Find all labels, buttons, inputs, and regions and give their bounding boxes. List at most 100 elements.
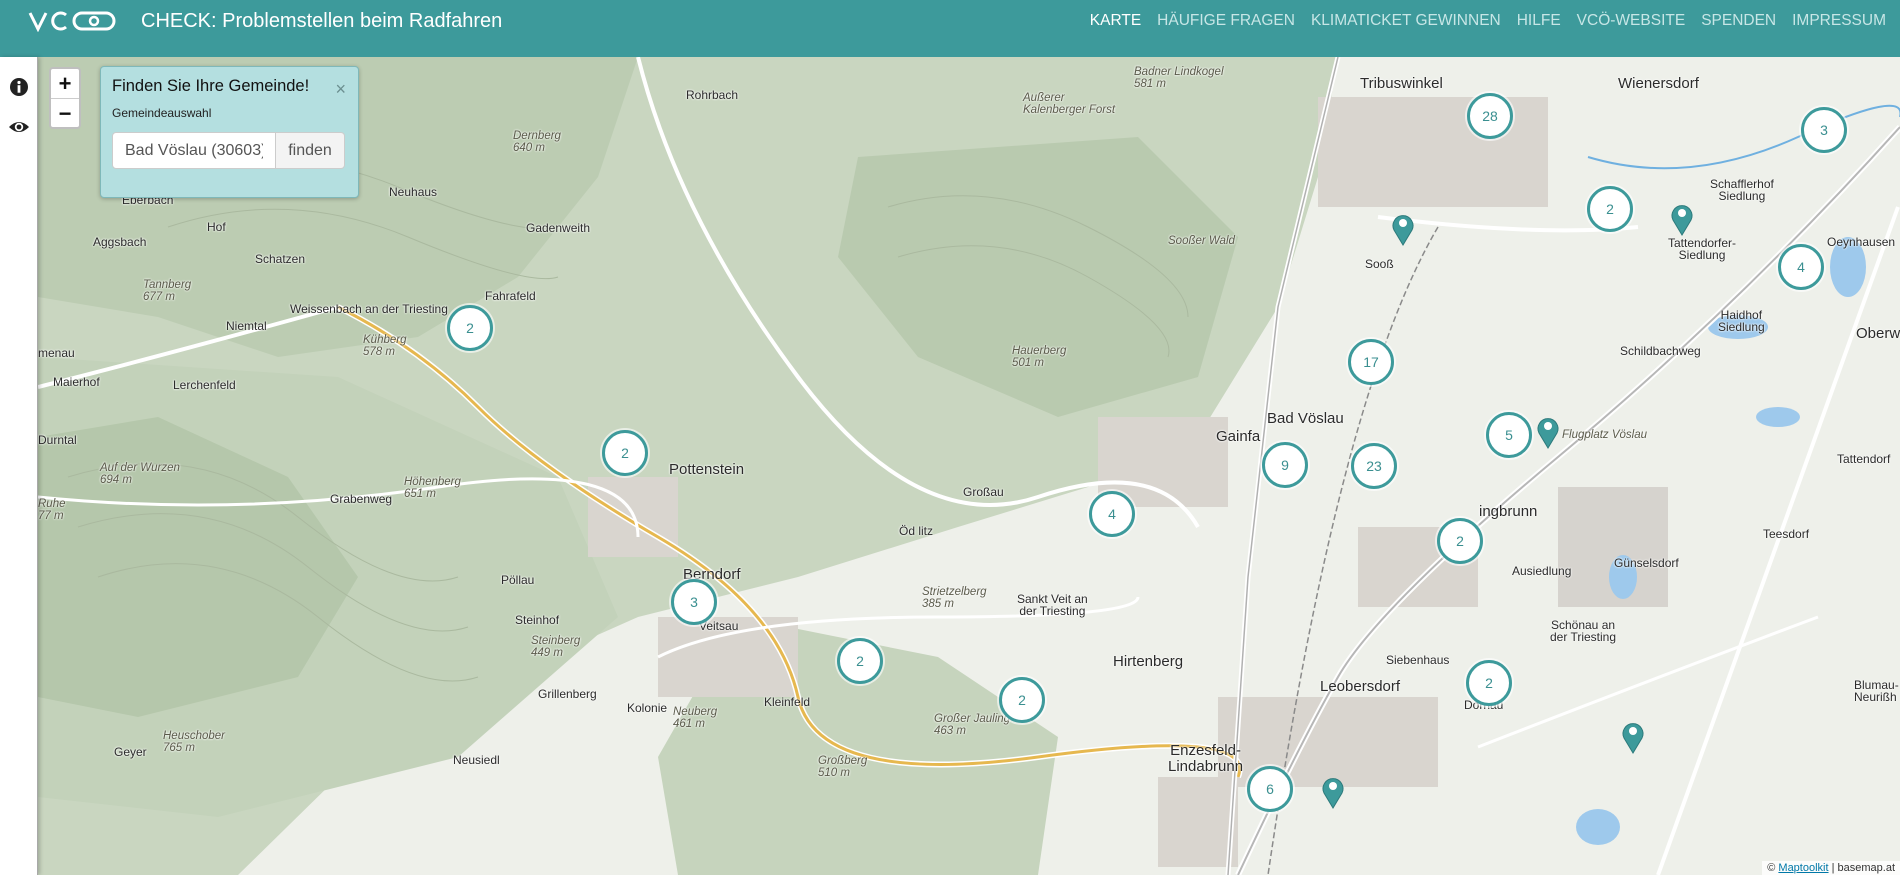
info-icon[interactable] <box>8 76 30 98</box>
maptoolkit-link[interactable]: Maptoolkit <box>1778 862 1828 874</box>
place-label: Höhenberg 651 m <box>404 476 461 500</box>
place-label: Pöllau <box>501 573 535 587</box>
report-cluster[interactable]: 2 <box>837 638 883 684</box>
place-label: Bad Vöslau <box>1267 410 1344 427</box>
report-pin-icon[interactable] <box>1536 415 1560 449</box>
place-label: Neuberg 461 m <box>673 706 718 730</box>
place-label: Großberg 510 m <box>818 755 868 779</box>
place-label: Hof <box>207 220 226 234</box>
zoom-out-button[interactable]: − <box>51 98 79 127</box>
app-title: CHECK: Problemstellen beim Radfahren <box>141 10 503 32</box>
place-label: Tattendorfer- Siedlung <box>1668 236 1737 262</box>
report-pin-icon[interactable] <box>1621 720 1645 754</box>
nav-faq[interactable]: HÄUFIGE FRAGEN <box>1157 12 1295 30</box>
close-icon[interactable]: × <box>335 79 346 100</box>
place-label: Tribuswinkel <box>1360 75 1443 92</box>
place-label: Rohrbach <box>686 88 739 102</box>
place-label: Gainfa <box>1216 428 1261 445</box>
place-label: Fahrafeld <box>485 289 536 303</box>
place-label: Flugplatz Vöslau <box>1562 429 1648 441</box>
nav-vco-website[interactable]: VCÖ-WEBSITE <box>1577 12 1686 30</box>
place-label: Öd litz <box>899 524 934 538</box>
report-pin-icon[interactable] <box>1391 212 1415 246</box>
report-cluster[interactable]: 17 <box>1348 339 1394 385</box>
place-label: Enzesfeld- Lindabrunn <box>1168 742 1244 775</box>
place-label: Großau <box>963 485 1004 499</box>
place-label: Teesdorf <box>1763 527 1810 541</box>
place-label: ingbrunn <box>1479 503 1538 520</box>
place-label: Gadenweith <box>526 221 591 235</box>
nav-klimaticket[interactable]: KLIMATICKET GEWINNEN <box>1311 12 1501 30</box>
place-label: Schildbachweg <box>1620 344 1701 358</box>
report-cluster[interactable]: 2 <box>1587 186 1633 232</box>
place-label: Geyer <box>114 745 147 759</box>
place-label: Grabenweg <box>330 492 393 506</box>
place-label: Neusiedl <box>453 753 500 767</box>
place-label: Grillenberg <box>538 687 597 701</box>
finder-title: Finden Sie Ihre Gemeinde! <box>112 77 310 95</box>
place-label: Leobersdorf <box>1320 678 1401 695</box>
nav-spenden[interactable]: SPENDEN <box>1701 12 1776 30</box>
place-label: Schafflerhof Siedlung <box>1710 177 1774 203</box>
place-label: Kolonie <box>627 701 668 715</box>
report-cluster[interactable]: 3 <box>671 579 717 625</box>
municipality-input[interactable] <box>112 132 276 169</box>
zoom-in-button[interactable]: + <box>51 69 79 98</box>
nav-karte[interactable]: KARTE <box>1090 12 1141 30</box>
place-label: Kühberg 578 m <box>363 334 407 358</box>
report-cluster[interactable]: 2 <box>447 305 493 351</box>
place-label: Großer Jauling 463 m <box>934 713 1011 737</box>
report-cluster[interactable]: 3 <box>1801 107 1847 153</box>
report-cluster[interactable]: 2 <box>602 430 648 476</box>
report-cluster[interactable]: 4 <box>1778 244 1824 290</box>
main-nav: KARTE HÄUFIGE FRAGEN KLIMATICKET GEWINNE… <box>1090 12 1886 30</box>
place-label: Kleinfeld <box>764 695 811 709</box>
report-cluster[interactable]: 28 <box>1467 93 1513 139</box>
report-cluster[interactable]: 23 <box>1351 443 1397 489</box>
report-cluster[interactable]: 2 <box>1466 660 1512 706</box>
place-label: Tannberg 677 m <box>143 279 192 303</box>
report-cluster[interactable]: 2 <box>999 677 1045 723</box>
municipality-finder-panel: Finden Sie Ihre Gemeinde! × Gemeindeausw… <box>100 66 359 198</box>
place-label: Hirtenberg <box>1113 653 1184 670</box>
place-label: Schönau an der Triesting <box>1550 618 1617 644</box>
place-label: Haidhof Siedlung <box>1718 308 1765 334</box>
report-cluster[interactable]: 2 <box>1437 518 1483 564</box>
place-label: Ruhe 77 m <box>38 498 66 522</box>
place-label: Hauerberg 501 m <box>1012 345 1067 369</box>
report-cluster[interactable]: 5 <box>1486 412 1532 458</box>
find-button[interactable]: finden <box>276 132 345 169</box>
place-label: Sooßer Wald <box>1168 235 1235 247</box>
place-label: Pottenstein <box>669 461 745 478</box>
place-label: Aggsbach <box>93 235 147 249</box>
place-label: Steinhof <box>515 613 560 627</box>
finder-search-row: finden <box>112 132 345 169</box>
place-label: Dernberg 640 m <box>513 130 561 154</box>
nav-hilfe[interactable]: HILFE <box>1517 12 1561 30</box>
place-label: Niemtal <box>226 319 267 333</box>
vco-logo[interactable] <box>28 10 118 32</box>
zoom-control: + − <box>49 67 81 129</box>
report-cluster[interactable]: 6 <box>1247 766 1293 812</box>
place-label: Lerchenfeld <box>173 378 236 392</box>
report-pin-icon[interactable] <box>1321 775 1345 809</box>
place-label: Tattendorf <box>1837 452 1891 466</box>
place-label: Günselsdorf <box>1614 556 1679 570</box>
report-cluster[interactable]: 9 <box>1262 442 1308 488</box>
place-label: Siebenhaus <box>1386 653 1450 667</box>
basemap-credit: | basemap.at <box>1828 862 1895 874</box>
place-label: Oberw <box>1856 325 1900 342</box>
place-label: Steinberg 449 m <box>531 635 581 659</box>
place-label: Weissenbach an der Triesting <box>290 302 448 316</box>
report-cluster[interactable]: 4 <box>1089 491 1135 537</box>
place-label: Badner Lindkogel 581 m <box>1134 66 1224 90</box>
map-sidebar <box>0 57 38 875</box>
place-label: Heuschober 765 m <box>163 730 226 754</box>
place-label: Schatzen <box>255 252 306 266</box>
eye-icon[interactable] <box>8 116 30 138</box>
report-pin-icon[interactable] <box>1670 202 1694 236</box>
place-label: Neuhaus <box>389 185 438 199</box>
finder-label: Gemeindeauswahl <box>112 106 212 120</box>
place-label: Wienersdorf <box>1618 75 1699 92</box>
nav-impressum[interactable]: IMPRESSUM <box>1792 12 1886 30</box>
